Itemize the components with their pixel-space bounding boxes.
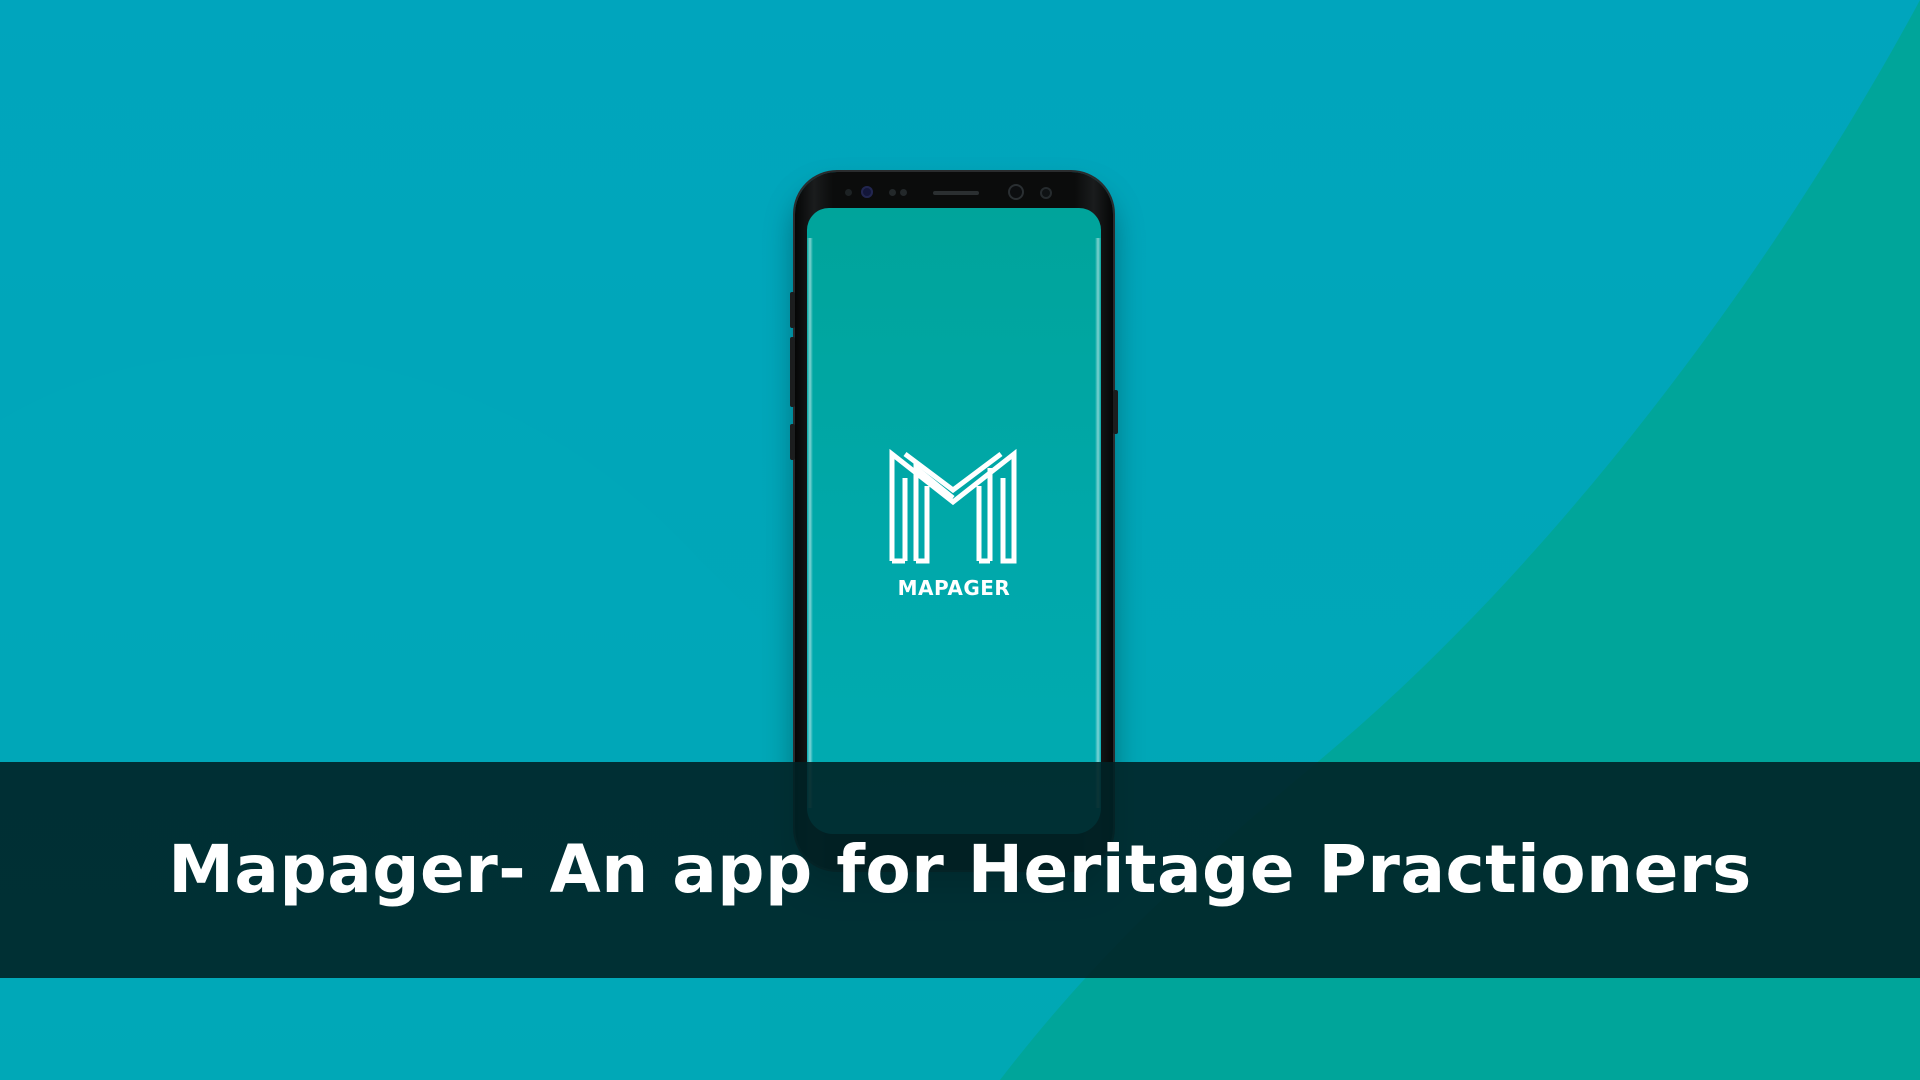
sensor-icon bbox=[889, 189, 896, 196]
volume-button bbox=[790, 292, 795, 328]
mapager-m-logo-icon bbox=[889, 448, 1017, 564]
sensor-icon bbox=[900, 189, 907, 196]
background: MAPAGER Mapager- An app for Heritage Pra… bbox=[0, 0, 1920, 1080]
assistant-button bbox=[790, 424, 795, 460]
sensor-icon bbox=[845, 189, 852, 196]
earpiece-speaker bbox=[933, 191, 979, 195]
screen-edge-highlight bbox=[807, 238, 813, 808]
phone-sensor-bar bbox=[795, 172, 1113, 210]
phone-screen: MAPAGER bbox=[807, 208, 1101, 834]
volume-button bbox=[790, 337, 795, 407]
power-button bbox=[1113, 390, 1118, 434]
iris-scanner-icon bbox=[861, 186, 873, 198]
app-name-label: MAPAGER bbox=[897, 576, 1011, 600]
app-logo: MAPAGER bbox=[887, 446, 1021, 600]
screen-edge-highlight bbox=[1095, 238, 1101, 808]
front-camera-icon bbox=[1010, 186, 1022, 198]
banner-title: Mapager- An app for Heritage Practioners bbox=[168, 831, 1752, 908]
sensor-icon bbox=[1042, 189, 1050, 197]
caption-banner: Mapager- An app for Heritage Practioners bbox=[0, 762, 1920, 978]
